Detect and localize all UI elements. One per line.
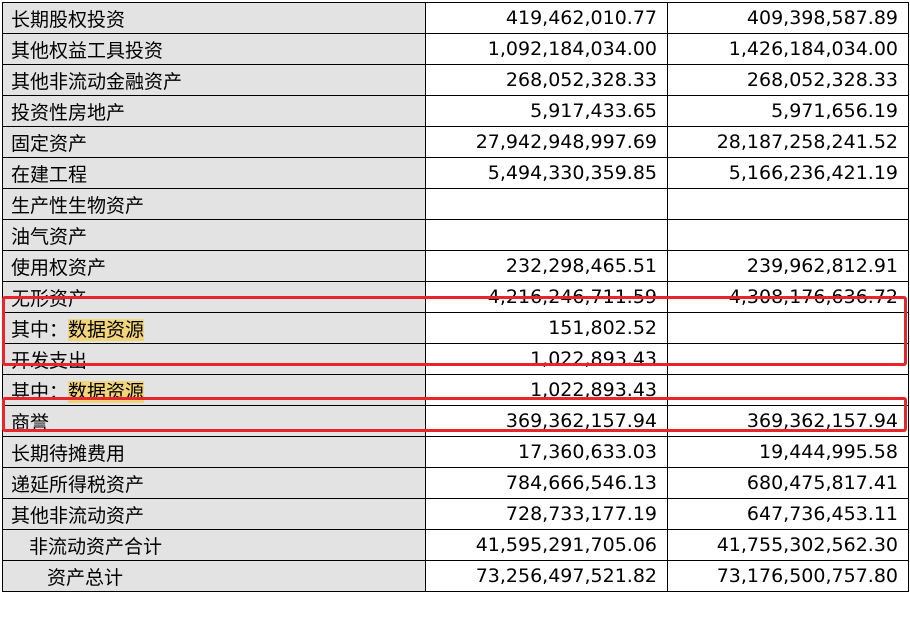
row-label: 使用权资产 xyxy=(2,250,426,282)
prior-value: 73,176,500,757.80 xyxy=(667,560,909,592)
subtotal-label: 非流动资产合计 xyxy=(2,529,426,561)
table-row: 其他非流动金融资产 268,052,328.33 268,052,328.33 xyxy=(2,64,909,96)
prior-value: 268,052,328.33 xyxy=(667,64,909,96)
row-label: 其中：数据资源 xyxy=(2,374,426,406)
table-row: 开发支出 1,022,893.43 xyxy=(2,343,909,375)
table-row: 固定资产 27,942,948,997.69 28,187,258,241.52 xyxy=(2,126,909,158)
current-value: 1,022,893.43 xyxy=(425,343,668,375)
total-label: 资产总计 xyxy=(2,560,426,592)
prior-value: 369,362,157.94 xyxy=(667,405,909,437)
row-label: 开发支出 xyxy=(2,343,426,375)
table-row: 长期股权投资 419,462,010.77 409,398,587.89 xyxy=(2,2,909,34)
current-value: 1,022,893.43 xyxy=(425,374,668,406)
current-value: 784,666,546.13 xyxy=(425,467,668,499)
row-label: 其他非流动资产 xyxy=(2,498,426,530)
prior-value: 4,308,176,636.72 xyxy=(667,281,909,313)
current-value xyxy=(425,219,668,251)
table-row: 商誉 369,362,157.94 369,362,157.94 xyxy=(2,405,909,437)
row-label: 递延所得税资产 xyxy=(2,467,426,499)
table-row: 油气资产 xyxy=(2,219,909,251)
prior-value xyxy=(667,312,909,344)
current-value: 151,802.52 xyxy=(425,312,668,344)
row-label: 其他非流动金融资产 xyxy=(2,64,426,96)
prior-value: 5,971,656.19 xyxy=(667,95,909,127)
prior-value: 5,166,236,421.19 xyxy=(667,157,909,189)
row-label: 其他权益工具投资 xyxy=(2,33,426,65)
prior-value: 647,736,453.11 xyxy=(667,498,909,530)
table-row: 在建工程 5,494,330,359.85 5,166,236,421.19 xyxy=(2,157,909,189)
table-row: 其中：数据资源 151,802.52 xyxy=(2,312,909,344)
current-value: 5,494,330,359.85 xyxy=(425,157,668,189)
table-row: 投资性房地产 5,917,433.65 5,971,656.19 xyxy=(2,95,909,127)
prior-value: 41,755,302,562.30 xyxy=(667,529,909,561)
prior-value xyxy=(667,188,909,220)
prior-value: 680,475,817.41 xyxy=(667,467,909,499)
row-label: 长期股权投资 xyxy=(2,2,426,34)
prior-value xyxy=(667,219,909,251)
table-row: 递延所得税资产 784,666,546.13 680,475,817.41 xyxy=(2,467,909,499)
table-row: 长期待摊费用 17,360,633.03 19,444,995.58 xyxy=(2,436,909,468)
data-resource-highlight: 数据资源 xyxy=(68,318,145,341)
prior-value xyxy=(667,343,909,375)
prior-value: 28,187,258,241.52 xyxy=(667,126,909,158)
row-label: 在建工程 xyxy=(2,157,426,189)
prior-value: 19,444,995.58 xyxy=(667,436,909,468)
row-label: 商誉 xyxy=(2,405,426,437)
current-value: 728,733,177.19 xyxy=(425,498,668,530)
row-label: 无形资产 xyxy=(2,281,426,313)
table-row: 无形资产 4,216,246,711.59 4,308,176,636.72 xyxy=(2,281,909,313)
row-label: 长期待摊费用 xyxy=(2,436,426,468)
current-value: 17,360,633.03 xyxy=(425,436,668,468)
table-row: 其中：数据资源 1,022,893.43 xyxy=(2,374,909,406)
data-resource-highlight: 数据资源 xyxy=(68,380,145,403)
row-label: 固定资产 xyxy=(2,126,426,158)
table-row: 生产性生物资产 xyxy=(2,188,909,220)
table-row: 使用权资产 232,298,465.51 239,962,812.91 xyxy=(2,250,909,282)
label-prefix: 其中： xyxy=(11,318,69,341)
current-value: 268,052,328.33 xyxy=(425,64,668,96)
prior-value: 239,962,812.91 xyxy=(667,250,909,282)
current-value: 41,595,291,705.06 xyxy=(425,529,668,561)
current-value: 27,942,948,997.69 xyxy=(425,126,668,158)
label-prefix: 其中： xyxy=(11,380,69,403)
current-value: 1,092,184,034.00 xyxy=(425,33,668,65)
row-label: 油气资产 xyxy=(2,219,426,251)
row-label: 生产性生物资产 xyxy=(2,188,426,220)
balance-sheet-table: 长期股权投资 419,462,010.77 409,398,587.89 其他权… xyxy=(2,2,909,592)
current-value: 369,362,157.94 xyxy=(425,405,668,437)
prior-value: 1,426,184,034.00 xyxy=(667,33,909,65)
table-row: 其他权益工具投资 1,092,184,034.00 1,426,184,034.… xyxy=(2,33,909,65)
current-value: 4,216,246,711.59 xyxy=(425,281,668,313)
prior-value xyxy=(667,374,909,406)
current-value: 73,256,497,521.82 xyxy=(425,560,668,592)
row-label: 其中：数据资源 xyxy=(2,312,426,344)
table-row: 资产总计 73,256,497,521.82 73,176,500,757.80 xyxy=(2,560,909,592)
table-row: 其他非流动资产 728,733,177.19 647,736,453.11 xyxy=(2,498,909,530)
current-value: 5,917,433.65 xyxy=(425,95,668,127)
current-value: 232,298,465.51 xyxy=(425,250,668,282)
current-value: 419,462,010.77 xyxy=(425,2,668,34)
current-value xyxy=(425,188,668,220)
table-row: 非流动资产合计 41,595,291,705.06 41,755,302,562… xyxy=(2,529,909,561)
prior-value: 409,398,587.89 xyxy=(667,2,909,34)
row-label: 投资性房地产 xyxy=(2,95,426,127)
